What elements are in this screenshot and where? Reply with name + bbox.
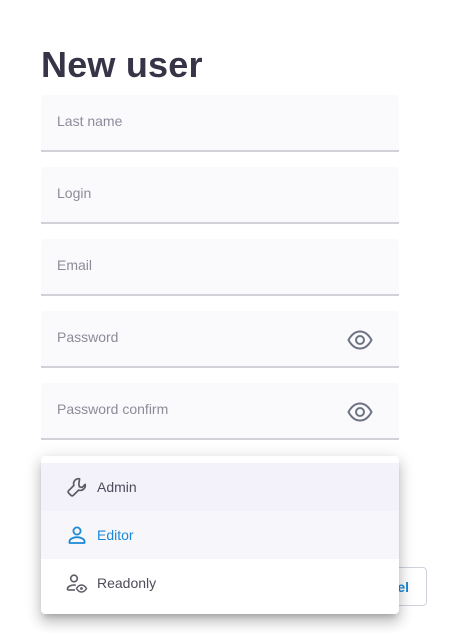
new-user-page: New user Last name Login Email Password …: [0, 0, 452, 633]
login-label: Login: [57, 185, 92, 201]
password-confirm-label: Password confirm: [57, 401, 169, 417]
menu-item-readonly-label: Readonly: [97, 575, 157, 591]
last-name-label: Last name: [57, 113, 123, 129]
last-name-field[interactable]: Last name: [41, 95, 399, 152]
menu-item-admin[interactable]: Admin: [41, 463, 399, 511]
password-label: Password: [57, 329, 119, 345]
cancel-button-label: el: [397, 579, 409, 595]
person-eye-icon: [65, 571, 89, 595]
menu-item-editor[interactable]: Editor: [41, 511, 399, 559]
login-field[interactable]: Login: [41, 167, 399, 224]
eye-icon[interactable]: [347, 402, 373, 422]
email-label: Email: [57, 257, 93, 273]
menu-item-readonly[interactable]: Readonly: [41, 559, 399, 607]
eye-icon[interactable]: [347, 330, 373, 350]
person-icon: [65, 523, 89, 547]
password-confirm-field[interactable]: Password confirm: [41, 383, 399, 440]
email-field[interactable]: Email: [41, 239, 399, 296]
password-field[interactable]: Password: [41, 311, 399, 368]
role-dropdown-menu: Admin Editor Readonly: [41, 456, 399, 614]
wrench-icon: [65, 475, 89, 499]
menu-item-admin-label: Admin: [97, 479, 137, 495]
menu-item-editor-label: Editor: [97, 527, 134, 543]
page-title: New user: [41, 44, 203, 85]
